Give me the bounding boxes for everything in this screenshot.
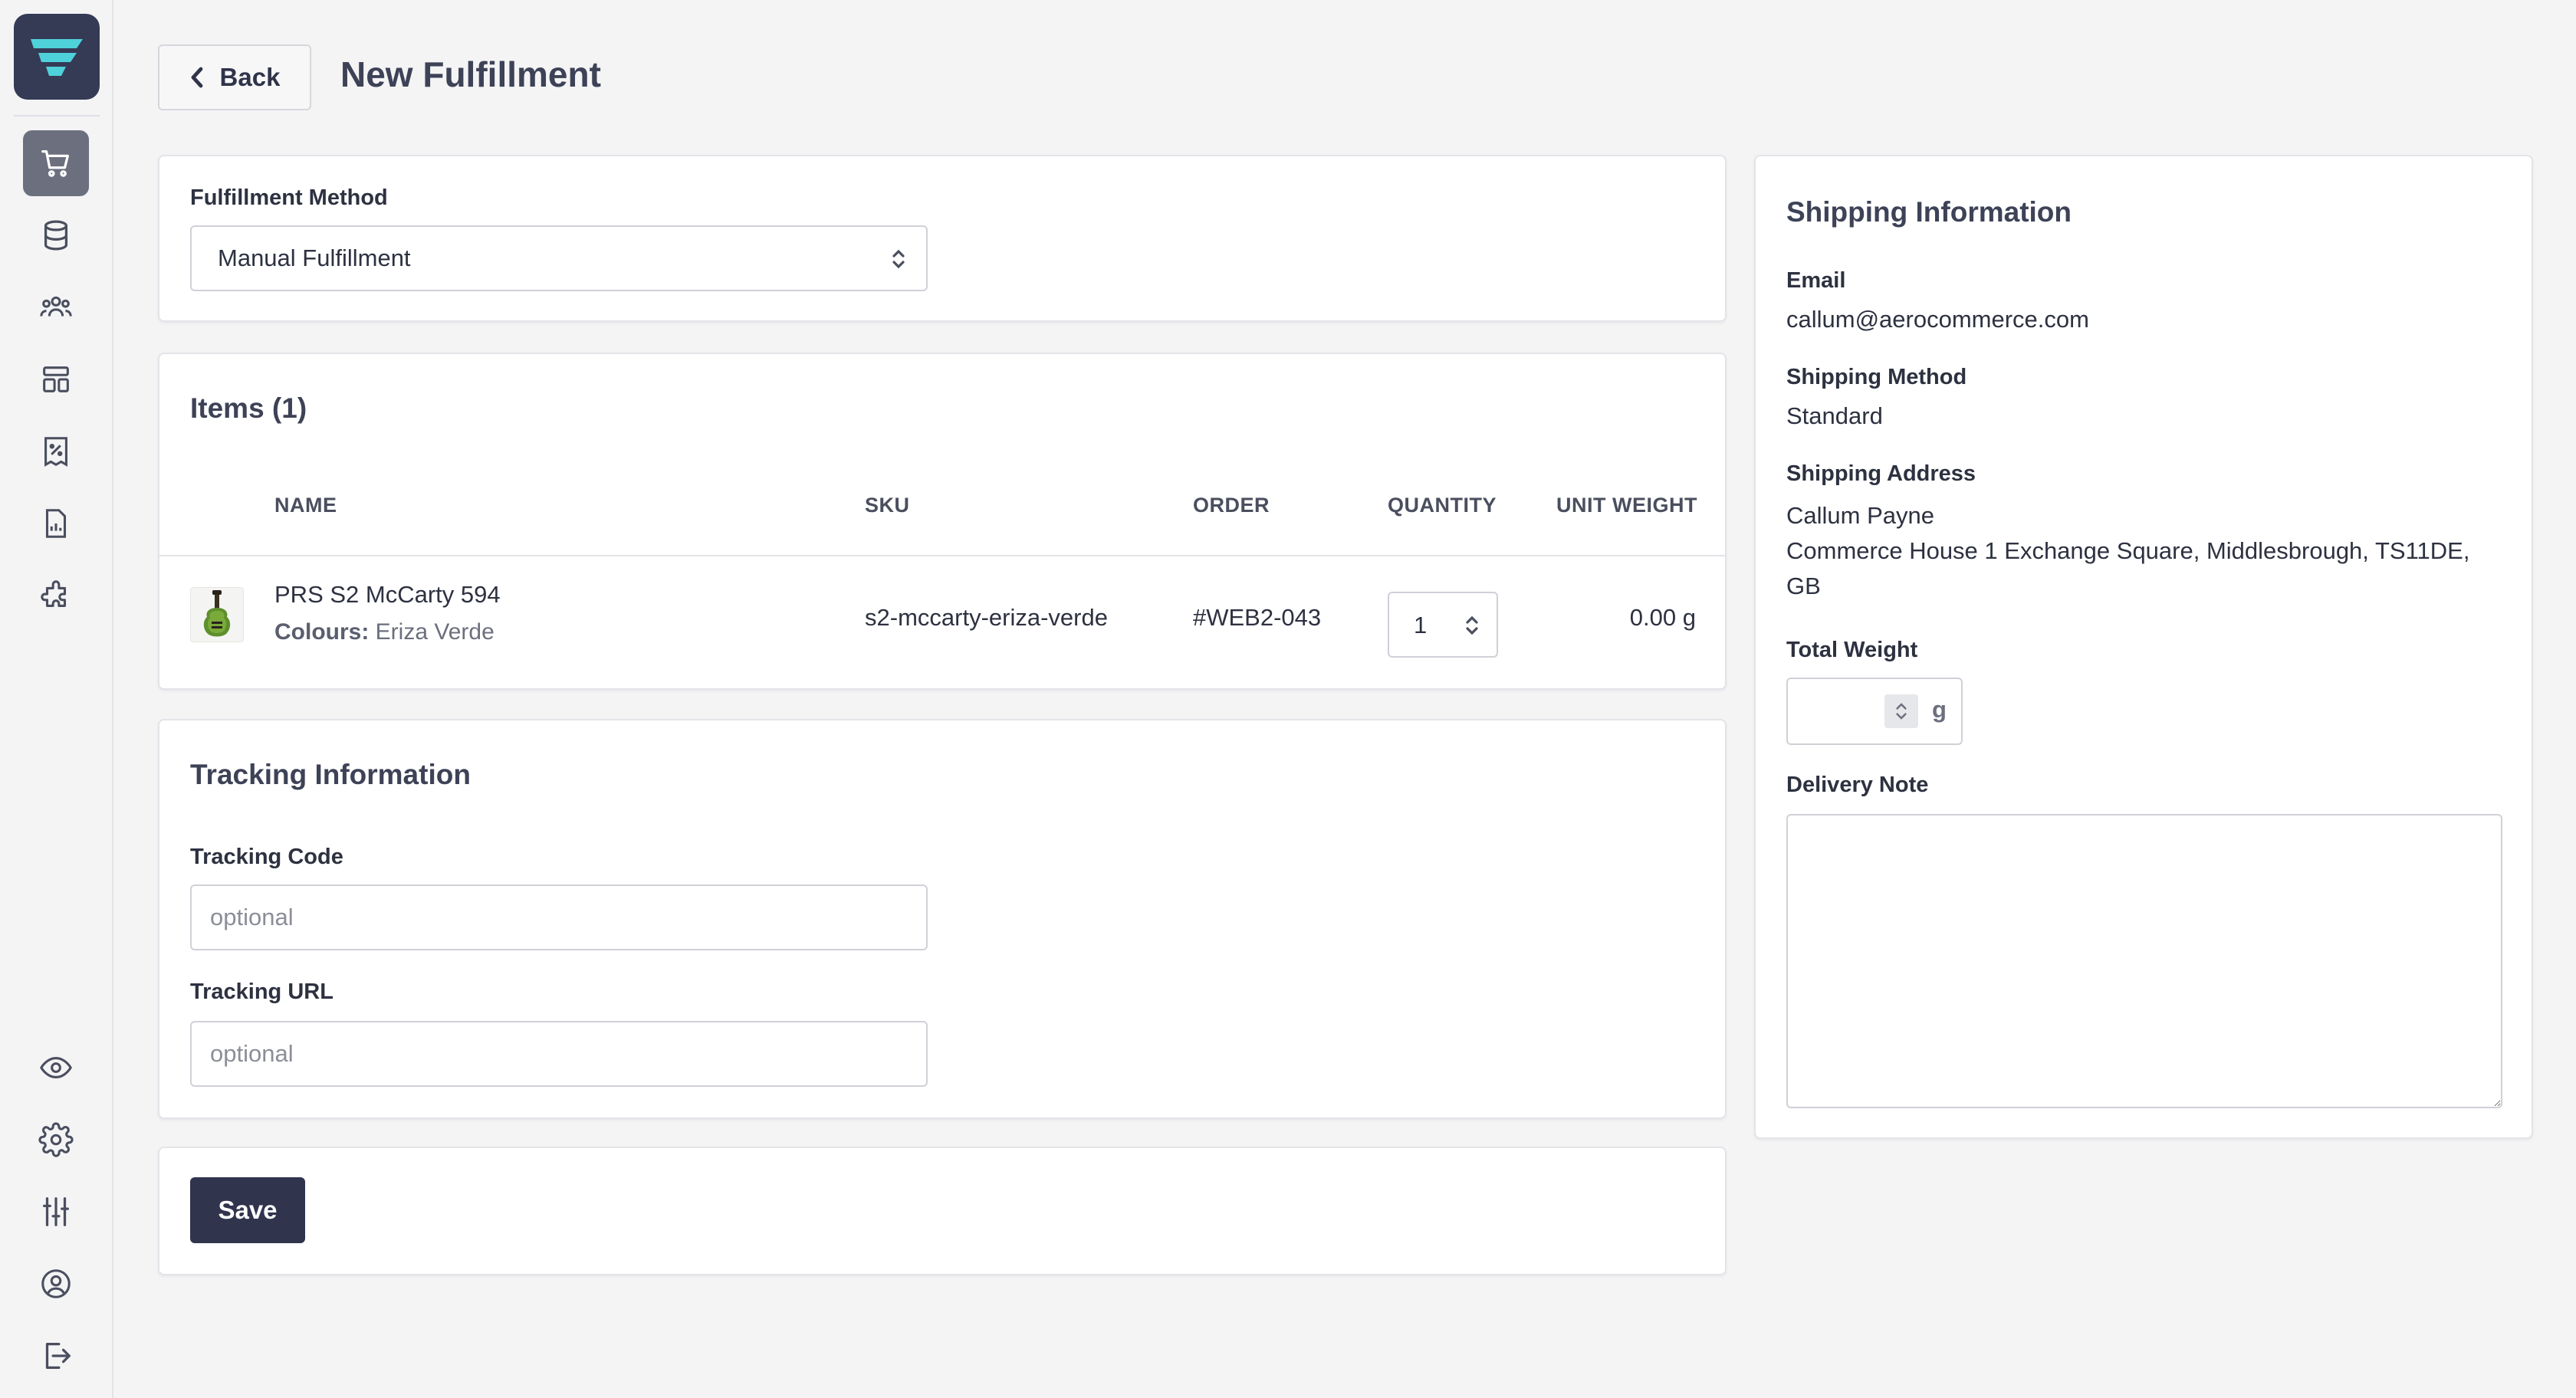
chevron-left-icon	[191, 67, 202, 88]
sidebar-item-discounts[interactable]	[23, 418, 89, 484]
sidebar-divider	[14, 115, 100, 116]
address-country: GB	[1786, 573, 1821, 599]
database-icon	[44, 220, 68, 251]
fulfillment-method-value: Manual Fulfillment	[218, 244, 411, 271]
sliders-icon	[43, 1197, 69, 1226]
product-name: PRS S2 McCarty 594	[274, 581, 501, 608]
sidebar-item-settings[interactable]	[23, 1107, 89, 1173]
column-header-name: NAME	[274, 494, 337, 517]
logo-icon	[31, 39, 83, 76]
sidebar-item-reports[interactable]	[23, 491, 89, 556]
total-weight-label: Total Weight	[1786, 638, 1918, 662]
items-title: Items (1)	[190, 392, 307, 424]
tracking-url-input[interactable]	[190, 1021, 928, 1087]
shipping-info-card: Shipping Information Email callum@aeroco…	[1754, 155, 2533, 1139]
gear-icon	[38, 1122, 74, 1157]
back-button-label: Back	[219, 63, 281, 91]
sidebar-item-preview[interactable]	[23, 1035, 89, 1101]
sidebar-item-content[interactable]	[23, 346, 89, 412]
logout-icon	[45, 1343, 71, 1369]
product-option-value: Eriza Verde	[375, 619, 495, 645]
email-label: Email	[1786, 268, 1846, 293]
account-icon	[41, 1269, 71, 1298]
delivery-note-textarea[interactable]	[1786, 814, 2502, 1108]
sidebar-item-catalog[interactable]	[23, 202, 89, 268]
sidebar-item-orders[interactable]	[23, 130, 89, 196]
actions-card: Save	[158, 1147, 1727, 1275]
stepper-arrows-icon	[1896, 703, 1907, 720]
weight-stepper[interactable]	[1884, 694, 1918, 728]
tracking-code-input[interactable]	[190, 884, 928, 950]
column-header-order: ORDER	[1193, 494, 1270, 517]
sidebar	[0, 0, 113, 1398]
column-header-sku: SKU	[865, 494, 910, 517]
items-card: Items (1) NAME SKU ORDER QUANTITY UNIT W…	[158, 353, 1727, 690]
shipping-info-title: Shipping Information	[1786, 196, 2072, 228]
unit-weight: 0.00 g	[1629, 604, 1696, 631]
shipping-method-label: Shipping Method	[1786, 365, 1967, 389]
column-header-quantity: QUANTITY	[1388, 494, 1497, 517]
users-icon	[40, 296, 72, 317]
weight-unit: g	[1932, 696, 1947, 723]
fulfillment-method-select[interactable]: Manual Fulfillment	[190, 225, 928, 291]
sidebar-item-account[interactable]	[23, 1251, 89, 1317]
layout-icon	[43, 366, 69, 392]
product-thumbnail	[190, 587, 244, 642]
fulfillment-method-label: Fulfillment Method	[190, 185, 388, 210]
select-arrows-icon	[892, 249, 905, 269]
fulfillment-method-card: Fulfillment Method Manual Fulfillment	[158, 155, 1727, 322]
total-weight-field: g	[1786, 678, 1963, 745]
reports-icon	[45, 509, 67, 538]
stepper-arrows-icon[interactable]	[1464, 613, 1480, 638]
tracking-card: Tracking Information Tracking Code Track…	[158, 719, 1727, 1119]
guitar-icon	[203, 590, 231, 637]
sidebar-item-customers[interactable]	[23, 274, 89, 340]
discount-icon	[44, 437, 67, 467]
page-title: New Fulfillment	[340, 54, 601, 94]
quantity-value: 1	[1414, 612, 1428, 638]
quantity-stepper[interactable]: 1	[1388, 592, 1498, 658]
app-logo[interactable]	[14, 14, 100, 100]
total-weight-input[interactable]	[1789, 681, 1881, 742]
address-name: Callum Payne	[1786, 502, 1934, 529]
save-button[interactable]: Save	[190, 1177, 305, 1243]
shipping-address-label: Shipping Address	[1786, 461, 1976, 486]
tracking-title: Tracking Information	[190, 759, 471, 790]
puzzle-icon	[41, 580, 67, 607]
email-value: callum@aerocommerce.com	[1786, 306, 2089, 333]
tracking-code-label: Tracking Code	[190, 845, 343, 869]
sidebar-item-logout[interactable]	[23, 1323, 89, 1389]
sidebar-item-configuration[interactable]	[23, 1179, 89, 1245]
table-row: PRS S2 McCarty 594 Colours: Eriza Verde …	[159, 556, 1725, 688]
back-button[interactable]: Back	[158, 44, 311, 110]
eye-icon	[40, 1057, 72, 1078]
delivery-note-label: Delivery Note	[1786, 773, 1929, 797]
address-line: Commerce House 1 Exchange Square, Middle…	[1786, 537, 2470, 564]
cart-icon	[41, 150, 69, 177]
order-number: #WEB2-043	[1193, 604, 1322, 631]
sidebar-item-modules[interactable]	[23, 563, 89, 628]
product-option-label: Colours:	[274, 619, 370, 645]
tracking-url-label: Tracking URL	[190, 980, 334, 1004]
product-sku: s2-mccarty-eriza-verde	[865, 604, 1108, 631]
product-option: Colours: Eriza Verde	[274, 619, 495, 645]
shipping-method-value: Standard	[1786, 402, 1883, 429]
column-header-unit-weight: UNIT WEIGHT	[1556, 494, 1697, 517]
